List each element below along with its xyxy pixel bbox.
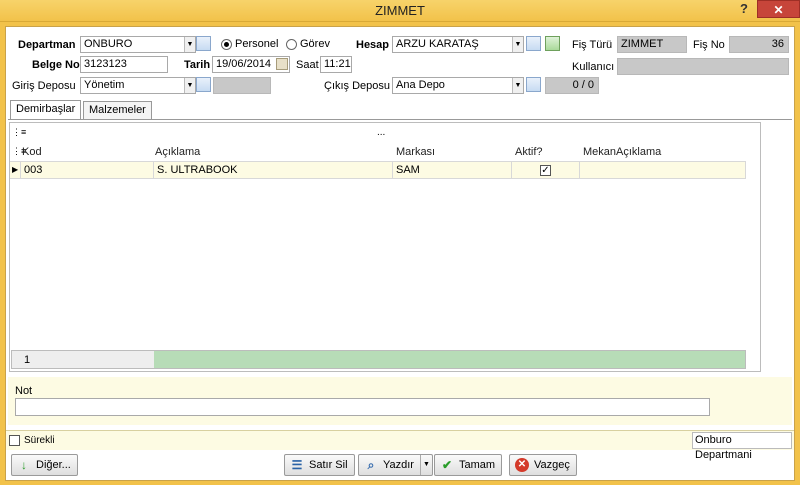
cikis-deposu-label: Çıkış Deposu	[324, 80, 391, 92]
lookup-giris-deposu-icon[interactable]	[196, 77, 211, 92]
belge-no-input[interactable]: 3123123	[80, 56, 168, 73]
table-row[interactable]: ▶ 003 S. ULTRABOOK SAM ✓	[10, 161, 746, 179]
tamam-button[interactable]: ✔ Tamam	[434, 454, 503, 476]
yazdir-button[interactable]: ⌕ Yazdır ▼	[358, 454, 433, 476]
belge-no-label: Belge No	[32, 59, 80, 71]
row-indicator-icon: ▶	[10, 162, 21, 179]
refresh-icon[interactable]	[545, 36, 560, 51]
help-icon[interactable]: ?	[740, 1, 748, 16]
satir-sil-button[interactable]: ☰ Satır Sil	[284, 454, 355, 476]
tab-divider	[8, 119, 792, 120]
surekli-checkbox[interactable]	[9, 435, 20, 446]
note-panel: Not	[8, 377, 792, 425]
tab-malzemeler[interactable]: Malzemeler	[83, 101, 152, 119]
tab-demirbaslar[interactable]: Demirbaşlar	[10, 100, 82, 119]
vazgec-button[interactable]: ✕ Vazgeç	[509, 454, 577, 476]
cancel-icon: ✕	[515, 458, 529, 472]
kullanici-field	[617, 58, 789, 75]
personel-label: Personel	[235, 38, 279, 50]
data-grid: ⋮≡ ... ⋮≡ Kod Açıklama Markası Aktif? Me…	[9, 122, 761, 372]
lookup-departman-icon[interactable]	[196, 36, 211, 51]
lookup-cikis-deposu-icon[interactable]	[526, 77, 541, 92]
not-input[interactable]	[15, 398, 710, 416]
departman-select[interactable]: ONBURO ▼	[80, 36, 196, 53]
print-preview-icon: ⌕	[367, 458, 375, 472]
fis-no-field: 36	[729, 36, 789, 53]
grid-footer-count: 1	[24, 354, 31, 366]
tarih-input[interactable]: 19/06/2014	[212, 56, 290, 73]
cell-mekan-aciklama[interactable]	[580, 162, 746, 179]
diger-button[interactable]: ↓ Diğer...	[11, 454, 78, 476]
lookup-hesap-icon[interactable]	[526, 36, 541, 51]
cikis-deposu-counter: 0 / 0	[545, 77, 599, 94]
saat-input[interactable]: 11:21	[320, 56, 352, 73]
departman-label: Departman	[18, 39, 76, 51]
department-status: Onburo Departmani	[692, 432, 792, 461]
giris-deposu-label: Giriş Deposu	[12, 80, 76, 92]
group-panel-icon[interactable]: ⋮≡	[12, 127, 26, 138]
delete-row-icon: ☰	[291, 458, 303, 472]
surekli-label: Sürekli	[24, 435, 55, 446]
calendar-icon[interactable]	[276, 58, 288, 70]
personel-radio[interactable]	[221, 39, 232, 50]
saat-label: Saat	[296, 59, 319, 71]
giris-deposu-select[interactable]: Yönetim ▼	[80, 77, 196, 94]
column-header-kod[interactable]: Kod	[22, 146, 42, 158]
group-panel-text: ...	[377, 127, 386, 138]
chevron-down-icon[interactable]: ▼	[419, 455, 432, 475]
fis-turu-field: ZIMMET	[617, 36, 687, 53]
chevron-down-icon[interactable]: ▼	[512, 37, 523, 52]
window-title: ZIMMET	[375, 3, 425, 18]
column-header-mekan-aciklama[interactable]: MekanAçıklama	[583, 146, 661, 158]
cell-aktif[interactable]: ✓	[512, 162, 580, 179]
grid-footer-summary	[154, 351, 745, 368]
fis-no-label: Fiş No	[693, 39, 725, 51]
arrow-down-icon: ↓	[21, 458, 27, 472]
cell-kod[interactable]: 003	[21, 162, 154, 179]
giris-deposu-code	[213, 77, 271, 94]
grid-footer: 1	[11, 350, 746, 369]
tarih-label: Tarih	[184, 59, 211, 71]
chevron-down-icon[interactable]: ▼	[512, 78, 523, 93]
kullanici-label: Kullanıcı	[572, 61, 615, 73]
gorev-label: Görev	[300, 38, 330, 50]
column-header-markasi[interactable]: Markası	[396, 146, 435, 158]
cikis-deposu-select[interactable]: Ana Depo ▼	[392, 77, 524, 94]
check-icon: ✔	[441, 458, 453, 472]
close-button[interactable]: ✕	[757, 0, 800, 18]
chevron-down-icon[interactable]: ▼	[184, 78, 195, 93]
form-client-area: Departman ONBURO ▼ Personel Görev Hesap …	[5, 26, 795, 481]
hesap-select[interactable]: ARZU KARATAŞ ▼	[392, 36, 524, 53]
hesap-label: Hesap	[356, 39, 390, 51]
gorev-radio[interactable]	[286, 39, 297, 50]
aktif-checkbox[interactable]: ✓	[540, 165, 551, 176]
cell-markasi[interactable]: SAM	[393, 162, 512, 179]
chevron-down-icon[interactable]: ▼	[184, 37, 195, 52]
title-bar: ZIMMET ? ✕	[0, 0, 800, 22]
fis-turu-label: Fiş Türü	[572, 39, 613, 51]
cell-aciklama[interactable]: S. ULTRABOOK	[154, 162, 393, 179]
column-header-aktif[interactable]: Aktif?	[515, 146, 543, 158]
not-label: Not	[15, 385, 33, 397]
column-header-aciklama[interactable]: Açıklama	[155, 146, 200, 158]
status-bar: Sürekli Onburo Departmani	[6, 430, 794, 461]
